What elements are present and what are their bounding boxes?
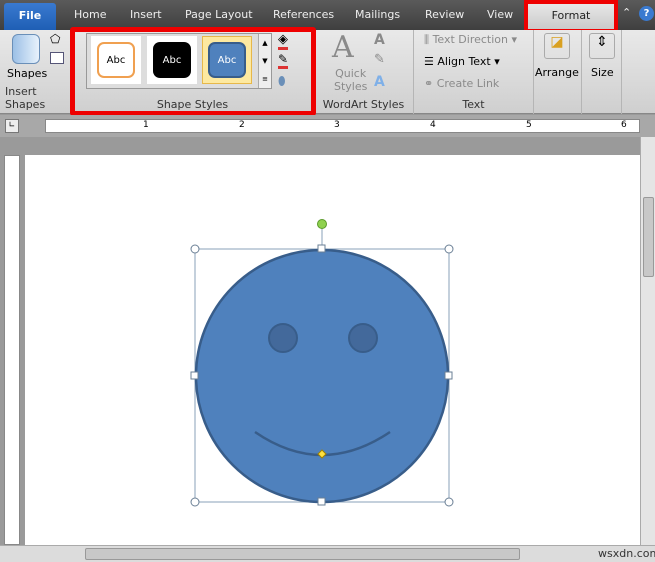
horizontal-scrollbar[interactable]: wsxdn.com bbox=[0, 545, 655, 562]
rotate-handle[interactable] bbox=[318, 220, 327, 229]
right-eye bbox=[349, 324, 377, 352]
left-eye bbox=[269, 324, 297, 352]
horizontal-scroll-thumb[interactable] bbox=[85, 548, 520, 560]
smiley-face[interactable] bbox=[196, 250, 448, 502]
smiley-shape[interactable] bbox=[0, 0, 655, 562]
vertical-scrollbar[interactable] bbox=[640, 137, 655, 545]
watermark: wsxdn.com bbox=[598, 547, 655, 560]
vertical-scroll-thumb[interactable] bbox=[643, 197, 654, 277]
